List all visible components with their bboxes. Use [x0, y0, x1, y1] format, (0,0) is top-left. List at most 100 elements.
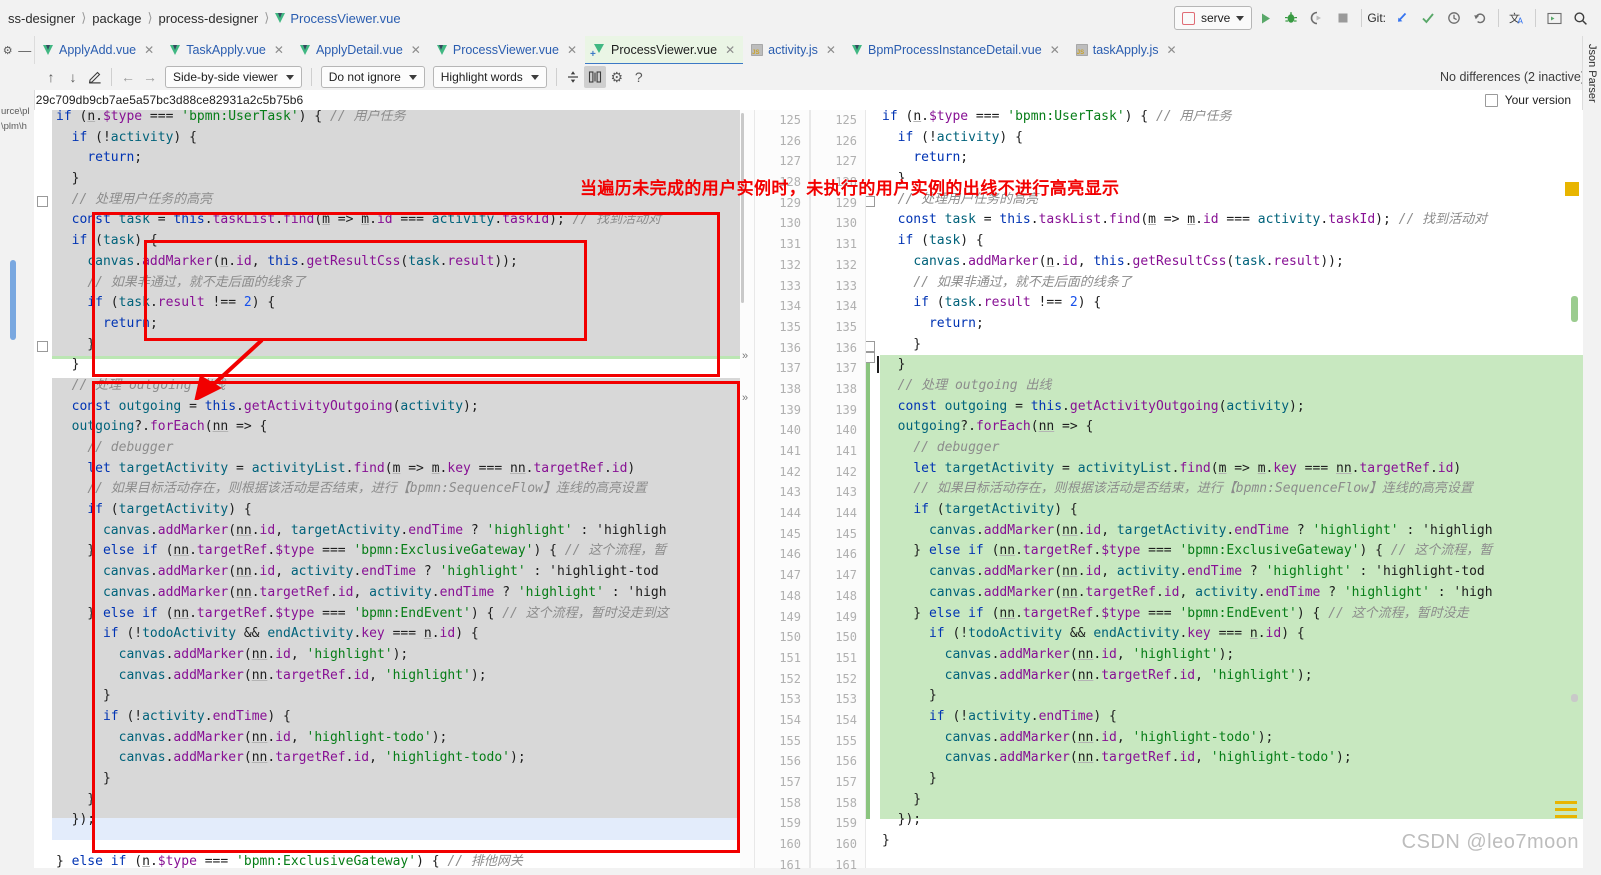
diff-marker-stripe[interactable]	[1571, 296, 1578, 322]
run-config-icon	[1181, 11, 1195, 25]
fold-marker-icon[interactable]	[866, 341, 875, 352]
code-line: const outgoing = this.getActivityOutgoin…	[71, 398, 479, 414]
diff-pane-left[interactable]: if (n.$type === 'bpmn:UserTask') { // 用户…	[34, 110, 740, 868]
checkbox-icon[interactable]	[1484, 93, 1498, 107]
line-number: 127	[779, 154, 801, 169]
tool-tab-json-parser[interactable]: Json Parser	[1586, 44, 1598, 103]
code-line: }	[56, 688, 111, 704]
editor-tab-applydetail[interactable]: ApplyDetail.vue ✕	[292, 36, 429, 63]
code-line: return;	[913, 150, 969, 166]
previous-difference-icon[interactable]: ↑	[40, 66, 62, 88]
ide-diff-window: ss-designer ⟩ package ⟩ process-designer…	[0, 0, 1601, 872]
stop-button[interactable]	[1330, 6, 1356, 30]
git-rollback-button[interactable]	[1467, 6, 1493, 30]
editor-tab-taskapply[interactable]: TaskApply.vue ✕	[162, 36, 292, 63]
fold-marker-icon[interactable]	[37, 196, 48, 207]
editor-tab-processviewer[interactable]: ProcessViewer.vue ✕	[429, 36, 585, 63]
terminal-icon[interactable]	[1541, 6, 1567, 30]
line-number: 157	[779, 775, 801, 789]
code-line: if (targetActivity) {	[87, 502, 252, 518]
code-line: } else if (nn.targetRef.$type === 'bpmn:…	[882, 605, 1469, 621]
arrow-right-icon[interactable]: →	[139, 66, 161, 88]
edit-pencil-icon[interactable]	[84, 66, 106, 88]
left-tool-tab-0[interactable]: urce\pl	[0, 106, 34, 117]
line-number: 146	[835, 547, 857, 562]
fold-marker-icon[interactable]	[866, 352, 875, 363]
left-code-text[interactable]: if (n.$type === 'bpmn:UserTask') { // 用户…	[56, 110, 669, 868]
close-icon[interactable]: ✕	[274, 43, 284, 57]
line-number: 159	[779, 816, 801, 831]
code-line: if (!activity) {	[897, 129, 1023, 145]
collapse-unchanged-icon[interactable]	[562, 66, 584, 88]
diff-chevron-icon[interactable]: »	[742, 350, 748, 362]
code-line: return;	[102, 315, 158, 331]
close-icon[interactable]: ✕	[567, 43, 577, 57]
top-breadcrumb-bar: ss-designer ⟩ package ⟩ process-designer…	[0, 0, 1601, 37]
git-label: Git:	[1367, 11, 1386, 25]
git-update-button[interactable]	[1389, 6, 1415, 30]
toolbar-divider	[310, 68, 312, 86]
minimize-icon[interactable]: —	[18, 43, 31, 58]
diff-pane-right[interactable]: if (n.$type === 'bpmn:UserTask') { // 用户…	[866, 110, 1583, 868]
left-scroll-marker[interactable]	[10, 260, 16, 340]
run-button[interactable]	[1252, 6, 1278, 30]
left-fold-column[interactable]: » »	[740, 110, 754, 868]
right-code-text[interactable]: if (n.$type === 'bpmn:UserTask') { // 用户…	[882, 110, 1493, 868]
code-line: }	[882, 336, 922, 352]
gear-icon[interactable]: ⚙	[606, 66, 628, 88]
close-icon[interactable]: ✕	[725, 43, 735, 57]
svg-text:A: A	[1518, 17, 1524, 26]
synchronize-scroll-icon[interactable]	[583, 66, 606, 88]
right-line-number-gutter: 125 126 127 128 129 130 131 132 133 134 135 136 137 1…	[810, 110, 866, 872]
close-icon[interactable]: ✕	[1050, 43, 1060, 57]
arrow-left-icon[interactable]: ←	[117, 66, 139, 88]
breadcrumb-item-0[interactable]: ss-designer	[2, 11, 81, 26]
diff-status-label: No differences (2 inactive)	[1440, 70, 1585, 84]
tabstrip-left-controls: ⚙ —	[0, 36, 35, 64]
menu-icon[interactable]	[1555, 801, 1577, 822]
run-configuration-selector[interactable]: serve	[1173, 6, 1253, 30]
diff-marker-stripe[interactable]	[1571, 694, 1578, 702]
debug-button[interactable]	[1278, 6, 1304, 30]
code-line: outgoing?.forEach(nn => {	[897, 419, 1094, 435]
close-icon[interactable]: ✕	[411, 43, 421, 57]
editor-tab-taskapply-js[interactable]: taskApply.js ✕	[1068, 36, 1185, 63]
line-number: 158	[835, 795, 857, 810]
code-line: if (task) {	[71, 233, 158, 249]
left-tool-tab-1[interactable]: \plm\h	[0, 121, 34, 132]
left-line-number-gutter: 125 126 127 128 129 130 131 132 133 134 135 136 137 1…	[754, 110, 810, 872]
next-difference-icon[interactable]: ↓	[62, 66, 84, 88]
close-icon[interactable]: ✕	[1167, 43, 1177, 57]
git-commit-button[interactable]	[1415, 6, 1441, 30]
run-with-coverage-button[interactable]	[1304, 6, 1330, 30]
line-number: 155	[779, 733, 801, 748]
editor-tab-activity-js[interactable]: activity.js ✕	[743, 36, 844, 63]
tab-label: TaskApply.vue	[186, 42, 266, 57]
editor-tab-bpmprocessinstancedetail[interactable]: BpmProcessInstanceDetail.vue ✕	[844, 36, 1068, 63]
search-icon[interactable]	[1567, 6, 1593, 30]
close-icon[interactable]: ✕	[144, 43, 154, 57]
pin-icon[interactable]: ⚙	[3, 44, 13, 57]
breadcrumb-item-file[interactable]: ProcessViewer.vue	[269, 11, 406, 26]
breadcrumb-item-1[interactable]: package	[86, 11, 147, 26]
close-icon[interactable]: ✕	[826, 43, 836, 57]
left-revision-label: 29c709db9cb7ae5a57bc3d88ce82931a2c5b75b6	[35, 93, 304, 107]
code-line: canvas.addMarker(nn.targetRef.id, 'highl…	[118, 750, 526, 766]
translate-icon[interactable]: 文 A	[1504, 6, 1530, 30]
code-line: // 如果目标活动存在，则根据该活动是否结束，进行【bpmn:SequenceF…	[913, 481, 1473, 497]
editor-tab-processviewer-diff[interactable]: ProcessViewer.vue ✕	[585, 36, 744, 65]
ignore-policy-select[interactable]: Do not ignore	[320, 66, 425, 88]
vertical-scrollbar[interactable]	[741, 113, 744, 303]
editor-tab-applyadd[interactable]: ApplyAdd.vue ✕	[35, 36, 162, 63]
line-number: 158	[779, 795, 801, 810]
highlight-policy-label: Highlight words	[440, 70, 523, 84]
highlight-policy-select[interactable]: Highlight words	[432, 66, 547, 88]
fold-marker-icon[interactable]	[37, 341, 48, 352]
code-line: }	[56, 791, 96, 807]
git-history-button[interactable]	[1441, 6, 1467, 30]
breadcrumb-item-2[interactable]: process-designer	[153, 11, 265, 26]
diff-chevron-icon[interactable]: »	[742, 392, 748, 404]
help-icon[interactable]: ?	[628, 66, 650, 88]
viewer-mode-select[interactable]: Side-by-side viewer	[165, 66, 302, 88]
line-number: 149	[779, 609, 801, 624]
